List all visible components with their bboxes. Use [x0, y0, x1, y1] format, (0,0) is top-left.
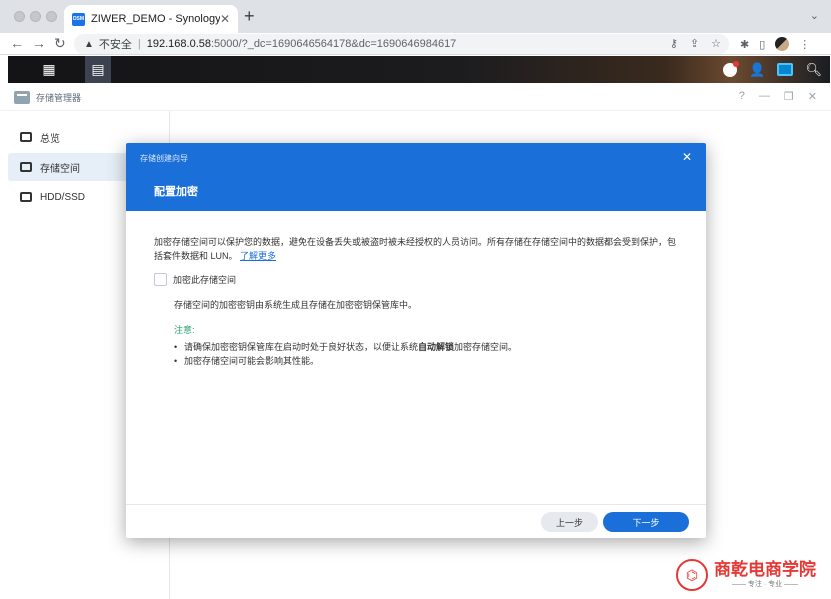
side-panel-icon[interactable]: ▯ [759, 38, 765, 51]
window-close-dot[interactable] [14, 11, 25, 22]
browser-tab[interactable]: DSM ZIWER_DEMO - Synology NAS ✕ [64, 5, 238, 33]
next-button[interactable]: 下一步 [603, 512, 689, 532]
wizard-title: 存储创建向导 [140, 154, 188, 163]
note-text: 请确保加密密钥保管库在启动时处于良好状态，以便让系统 [184, 342, 419, 352]
app-title: 存储管理器 [36, 92, 82, 103]
note-list: 请确保加密密钥保管库在启动时处于良好状态，以便让系统自动解锁加密存储空间。 加密… [174, 340, 678, 368]
encryption-description: 加密存储空间可以保护您的数据，避免在设备丢失或被盗时被未经授权的人员访问。所有存… [154, 235, 678, 263]
disk-icon [20, 192, 32, 202]
tab-close-icon[interactable]: ✕ [220, 12, 230, 26]
learn-more-link[interactable]: 了解更多 [240, 251, 276, 261]
dsm-taskbar: ▦ ▤ 👤 🔍︎ [8, 56, 830, 83]
note-title: 注意: [174, 325, 195, 335]
note-text: 加密存储空间。 [454, 342, 518, 352]
minimize-icon[interactable]: — [759, 90, 770, 103]
window-zoom-dot[interactable] [46, 11, 57, 22]
widgets-icon[interactable] [777, 63, 794, 76]
tab-search-chevron-icon[interactable]: ⌄ [810, 9, 819, 22]
brand-slogan: —— 专注 · 专业 —— [731, 581, 799, 588]
key-icon[interactable]: ⚷ [670, 37, 678, 50]
overview-icon [20, 132, 32, 142]
note-text: 加密存储空间可能会影响其性能。 [184, 356, 320, 366]
brand-watermark: ⌬ 商乾电商学院 —— 专注 · 专业 —— [676, 555, 826, 595]
browser-tab-bar: DSM ZIWER_DEMO - Synology NAS ✕ + ⌄ [0, 0, 831, 33]
wizard-header: 存储创建向导 ✕ 配置加密 [126, 143, 706, 211]
bookmark-star-icon[interactable]: ☆ [711, 37, 721, 50]
new-tab-icon[interactable]: + [244, 7, 255, 25]
brand-name: 商乾电商学院 [714, 560, 816, 580]
storage-manager-taskbar-icon[interactable]: ▤ [85, 56, 111, 83]
wizard-close-icon[interactable]: ✕ [682, 150, 692, 164]
step-title: 配置加密 [154, 186, 198, 198]
extensions-puzzle-icon[interactable]: ✱ [740, 38, 749, 51]
brand-logo-icon: ⌬ [676, 559, 708, 591]
note-item: 加密存储空间可能会影响其性能。 [174, 354, 678, 368]
sidebar-item-label: HDD/SSD [40, 191, 86, 203]
notification-chat-icon[interactable] [723, 60, 740, 77]
previous-button[interactable]: 上一步 [541, 512, 598, 532]
close-icon[interactable]: ✕ [808, 90, 817, 103]
sidebar-item-label: 总览 [40, 133, 60, 145]
note-emphasis: 自动解锁 [418, 342, 455, 352]
browser-toolbar: ← → ↻ ▲ 不安全 | 192.168.0.58 :5000/?_dc=16… [0, 33, 831, 55]
forward-arrow-icon[interactable]: → [32, 35, 46, 51]
reload-icon[interactable]: ↻ [54, 35, 66, 51]
sidebar-item-label: 存储空间 [40, 163, 80, 175]
tab-title: ZIWER_DEMO - Synology NAS [91, 13, 220, 25]
warning-icon[interactable]: ▲ [84, 39, 94, 50]
encrypt-checkbox-label[interactable]: 加密此存储空间 [173, 273, 236, 286]
help-icon[interactable]: ? [739, 90, 745, 103]
description-text: 加密存储空间可以保护您的数据，避免在设备丢失或被盗时被未经授权的人员访问。所有存… [154, 237, 677, 261]
app-title-bar: 存储管理器 ? — ❐ ✕ [0, 84, 831, 111]
profile-avatar[interactable] [775, 37, 790, 51]
address-divider: | [137, 38, 141, 50]
wizard-body: 加密存储空间可以保护您的数据，避免在设备丢失或被盗时被未经授权的人员访问。所有存… [126, 211, 706, 368]
url-path: :5000/?_dc=1690646564178&dc=169064698461… [211, 38, 457, 50]
note-item: 请确保加密密钥保管库在启动时处于良好状态，以便让系统自动解锁加密存储空间。 [174, 340, 678, 354]
browser-menu-icon[interactable]: ⋮ [799, 38, 810, 51]
restore-icon[interactable]: ❐ [784, 90, 794, 103]
window-minimize-dot[interactable] [30, 11, 41, 22]
wizard-footer: 上一步 下一步 [126, 504, 706, 538]
user-icon[interactable]: 👤 [749, 62, 765, 78]
storage-creation-wizard: 存储创建向导 ✕ 配置加密 加密存储空间可以保护您的数据，避免在设备丢失或被盗时… [126, 143, 706, 538]
key-vault-info: 存储空间的加密密钥由系统生成且存储在加密密钥保管库中。 [174, 300, 418, 310]
main-menu-grid-icon[interactable]: ▦ [36, 56, 62, 83]
security-label[interactable]: 不安全 [99, 36, 132, 52]
back-arrow-icon[interactable]: ← [10, 35, 24, 51]
search-icon[interactable]: 🔍︎ [805, 62, 822, 78]
share-icon[interactable]: ⇪ [690, 37, 699, 50]
storage-manager-icon [14, 90, 30, 104]
url-host: 192.168.0.58 [146, 38, 211, 50]
storage-icon [20, 162, 32, 172]
encrypt-checkbox-row[interactable]: 加密此存储空间 [154, 273, 678, 286]
encrypt-checkbox[interactable] [154, 273, 167, 286]
address-bar[interactable]: ▲ 不安全 | 192.168.0.58 :5000/?_dc=16906465… [74, 34, 729, 54]
dsm-favicon-icon: DSM [72, 12, 85, 26]
